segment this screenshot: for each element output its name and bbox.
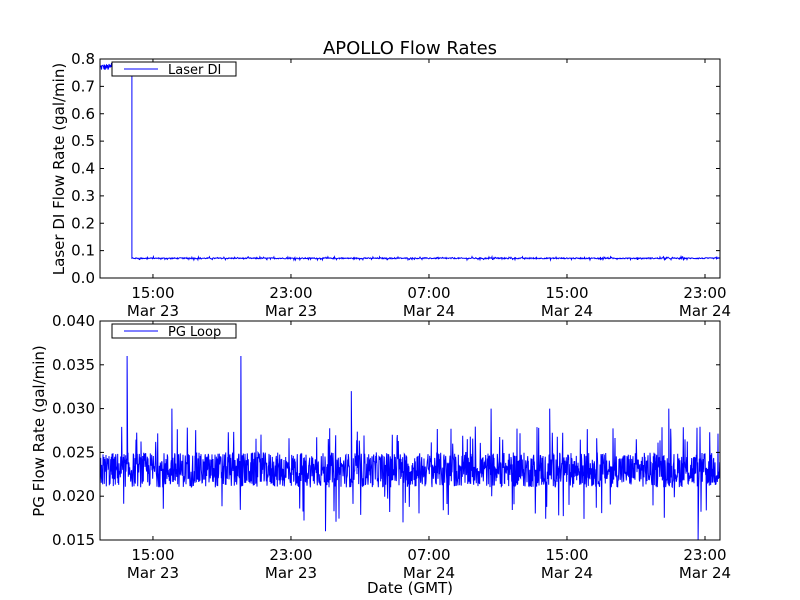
chart0-ytick-label: 0.1 xyxy=(71,242,95,260)
chart0-ytick-label: 0.6 xyxy=(71,105,95,123)
chart1-xtick-date: Mar 24 xyxy=(541,564,593,582)
chart1-legend: PG Loop xyxy=(111,323,237,340)
chart1-xtick-date: Mar 24 xyxy=(403,564,455,582)
chart0-legend: Laser DI xyxy=(111,61,237,78)
chart1-ytick-label: 0.025 xyxy=(52,443,95,461)
bottom-y-axis-label: PG Flow Rate (gal/min) xyxy=(30,345,48,517)
chart0-ytick-label: 0.0 xyxy=(71,269,95,287)
chart1-series-pg-loop xyxy=(100,355,720,540)
chart1-ytick-label: 0.035 xyxy=(52,356,95,374)
chart0-xtick-date: Mar 24 xyxy=(541,302,593,320)
chart1-ytick-label: 0.015 xyxy=(52,531,95,549)
chart0-xtick-date: Mar 24 xyxy=(403,302,455,320)
chart1-axes-frame xyxy=(99,320,721,541)
chart0-xtick-date: Mar 23 xyxy=(127,302,179,320)
chart0-ytick-label: 0.2 xyxy=(71,214,95,232)
chart0-xtick-date: Mar 23 xyxy=(265,302,317,320)
chart1-ytick-label: 0.020 xyxy=(52,487,95,505)
chart1-xtick-date: Mar 23 xyxy=(265,564,317,582)
chart0-ytick-label: 0.7 xyxy=(71,77,95,95)
chart1-legend-label: PG Loop xyxy=(168,325,221,340)
chart1-ytick-label: 0.030 xyxy=(52,400,95,418)
chart1-xtick-time: 15:00 xyxy=(131,546,174,564)
chart1-xtick-date: Mar 23 xyxy=(127,564,179,582)
chart1-xtick-time: 23:00 xyxy=(683,546,726,564)
chart0-xtick-date: Mar 24 xyxy=(679,302,731,320)
chart1-ytick-label: 0.040 xyxy=(52,312,95,330)
chart0-ytick-label: 0.8 xyxy=(71,50,95,68)
top-y-axis-label: Laser DI Flow Rate (gal/min) xyxy=(50,63,68,275)
chart0-xtick-time: 15:00 xyxy=(131,284,174,302)
chart0-ytick-label: 0.4 xyxy=(71,160,95,178)
chart1-xtick-time: 23:00 xyxy=(269,546,312,564)
chart0-xtick-time: 07:00 xyxy=(407,284,450,302)
chart1-xtick-time: 15:00 xyxy=(545,546,588,564)
chart0-xtick-time: 23:00 xyxy=(269,284,312,302)
chart0-xtick-time: 23:00 xyxy=(683,284,726,302)
chart0-xtick-time: 15:00 xyxy=(545,284,588,302)
figure: APOLLO Flow Rates Date (GMT) Laser DI Fl… xyxy=(0,0,800,600)
chart1-xtick-time: 07:00 xyxy=(407,546,450,564)
chart0-legend-label: Laser DI xyxy=(168,63,221,78)
chart0-series-laser-di xyxy=(100,62,720,262)
chart0-axes-frame xyxy=(99,58,721,279)
chart-canvas: APOLLO Flow Rates Date (GMT) Laser DI Fl… xyxy=(30,38,731,597)
chart-title: APOLLO Flow Rates xyxy=(323,38,497,59)
chart1-xtick-date: Mar 24 xyxy=(679,564,731,582)
chart0-ytick-label: 0.5 xyxy=(71,132,95,150)
chart0-ytick-label: 0.3 xyxy=(71,187,95,205)
